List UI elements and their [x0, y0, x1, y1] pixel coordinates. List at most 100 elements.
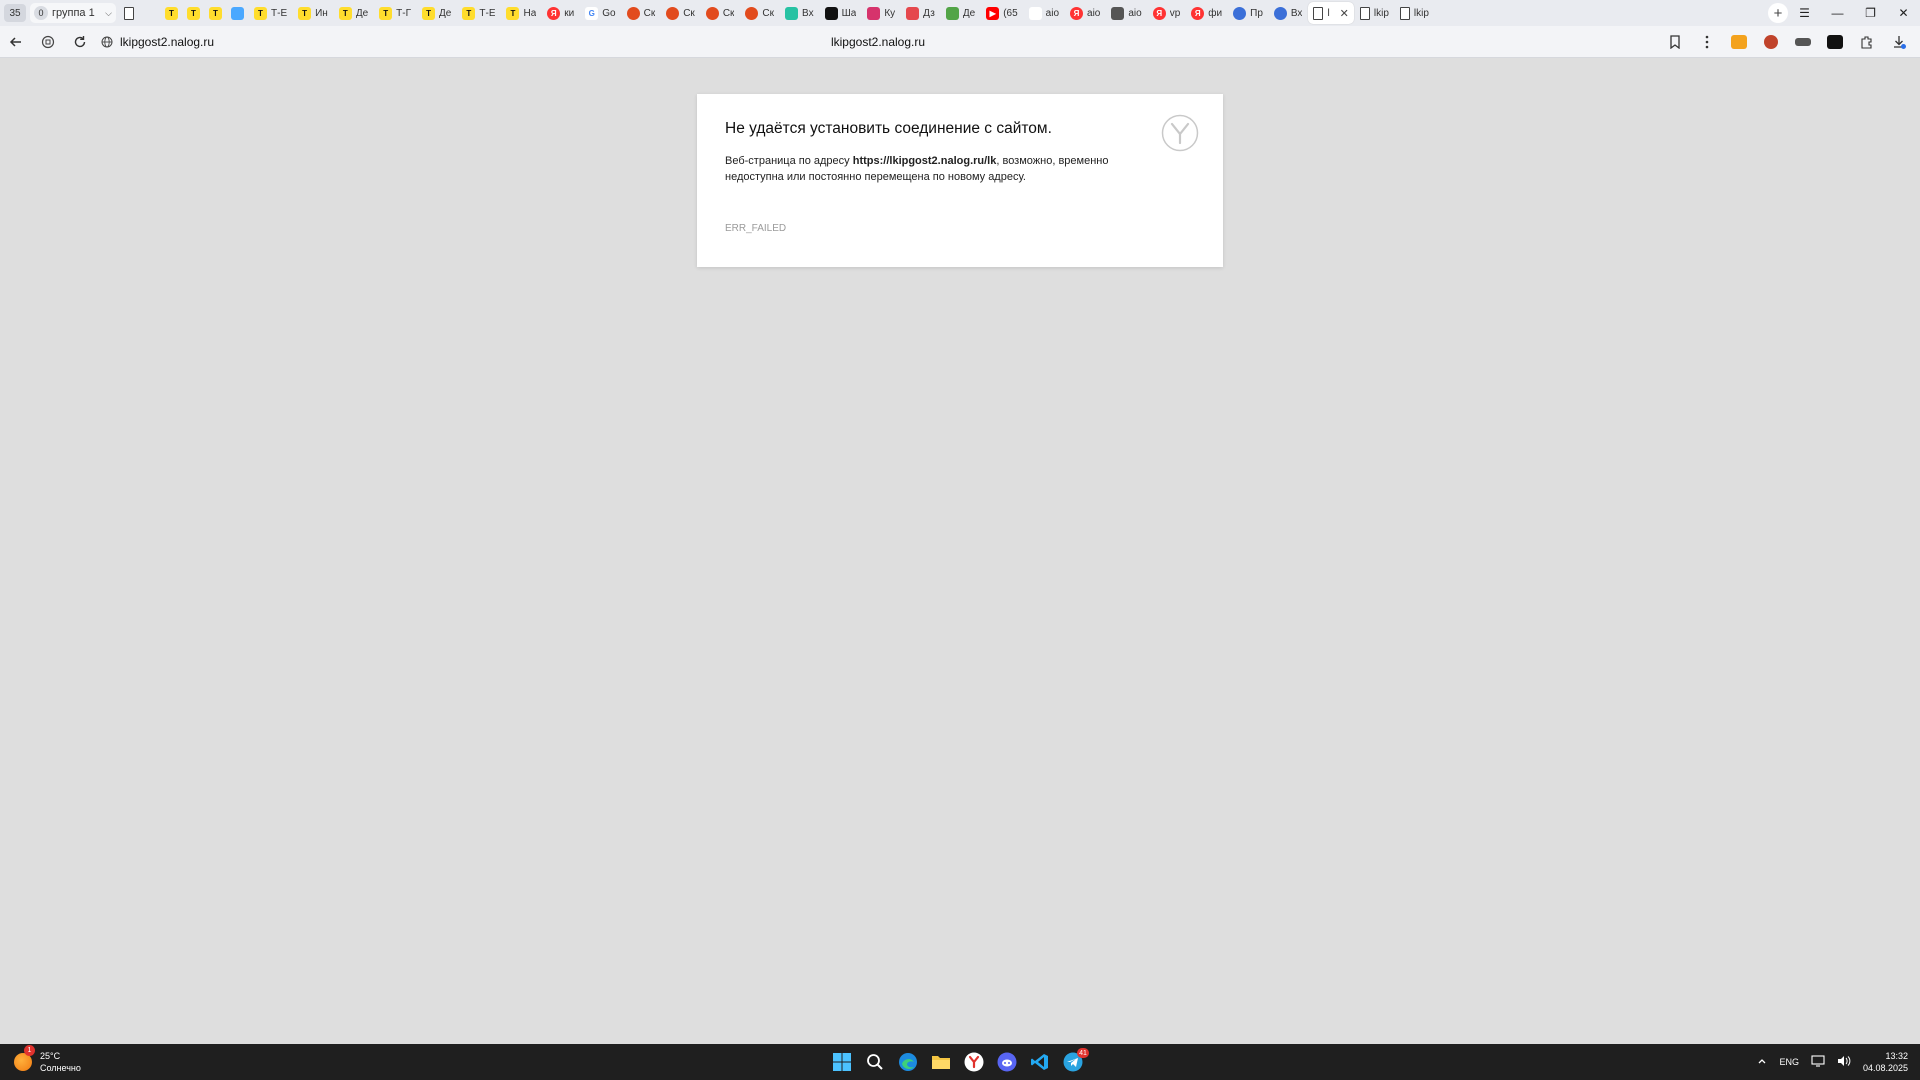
tab[interactable]: lkip	[1355, 2, 1394, 24]
tab-title: Вх	[1290, 7, 1303, 19]
minimize-button[interactable]: —	[1821, 0, 1854, 26]
tab[interactable]: Т Т-Г	[374, 2, 416, 24]
navigation-bar: lkipgost2.nalog.ru lkipgost2.nalog.ru	[0, 26, 1920, 58]
search-icon[interactable]	[863, 1050, 887, 1074]
tab[interactable]: Т Де	[417, 2, 456, 24]
page-icon	[1313, 6, 1324, 20]
edge-icon[interactable]	[896, 1050, 920, 1074]
tab[interactable]: Т	[183, 2, 204, 24]
tab[interactable]: Яaio	[1065, 2, 1105, 24]
extension-3-button[interactable]	[1788, 29, 1818, 55]
address-bar[interactable]: lkipgost2.nalog.ru lkipgost2.nalog.ru	[96, 28, 1660, 56]
clock-time: 13:32	[1885, 1051, 1908, 1061]
url-text[interactable]: lkipgost2.nalog.ru	[120, 35, 214, 49]
tab[interactable]: aio	[1024, 2, 1064, 24]
clock[interactable]: 13:32 04.08.2025	[1863, 1050, 1908, 1074]
tab[interactable]: Де	[941, 2, 980, 24]
tab-close-icon[interactable]: ✕	[1340, 7, 1349, 20]
reload-button[interactable]	[64, 28, 96, 56]
tab-title: (65	[1003, 7, 1018, 19]
tab-title: Дз	[923, 7, 935, 19]
tab[interactable]: Пр	[1228, 2, 1268, 24]
extensions-button[interactable]	[1852, 29, 1882, 55]
youtube-icon: ▶	[986, 6, 1000, 20]
yandex-logo-icon	[1161, 114, 1199, 157]
chevron-up-icon[interactable]	[1757, 1056, 1767, 1068]
tab[interactable]: Ку	[862, 2, 900, 24]
tab-active[interactable]: l ✕	[1308, 2, 1354, 24]
discord-icon[interactable]	[995, 1050, 1019, 1074]
tab[interactable]: Т	[161, 2, 182, 24]
downloads-button[interactable]	[1884, 29, 1914, 55]
page-icon	[1399, 6, 1410, 20]
tab[interactable]: Дз	[901, 2, 940, 24]
extension-2-button[interactable]	[1756, 29, 1786, 55]
tab[interactable]: Т Ин	[293, 2, 333, 24]
tab[interactable]: Ск	[740, 2, 779, 24]
code-icon	[867, 6, 881, 20]
network-icon[interactable]	[1811, 1055, 1825, 1069]
taskbar: 1 25°C Солнечно 41 ENG 13:32 04.08.2025	[0, 1044, 1920, 1080]
tab[interactable]: Т Т-Е	[249, 2, 292, 24]
browser-menu-icon[interactable]: ☰	[1788, 0, 1821, 26]
tab[interactable]	[227, 2, 248, 24]
bookmark-icon	[1670, 34, 1680, 49]
globe-icon	[1273, 6, 1287, 20]
tab[interactable]: lkip	[1395, 2, 1434, 24]
tab-group-count: 0	[34, 6, 48, 20]
weather-widget[interactable]: 1 25°C Солнечно	[14, 1045, 81, 1074]
tab-title: aio	[1045, 7, 1060, 19]
window-close-button[interactable]: ✕	[1887, 0, 1920, 26]
tab[interactable]: Т Т-Е	[457, 2, 500, 24]
tab[interactable]: Яки	[542, 2, 579, 24]
tab-count-badge[interactable]: 35	[4, 4, 26, 22]
yandex-browser-icon[interactable]	[962, 1050, 986, 1074]
tab[interactable]: G Go	[580, 2, 620, 24]
tab[interactable]: Ск	[701, 2, 740, 24]
tab[interactable]	[139, 2, 160, 24]
bookmark-button[interactable]	[1660, 28, 1690, 56]
tab[interactable]: Вх	[1269, 2, 1308, 24]
tab[interactable]: aio	[1106, 2, 1146, 24]
tab-group-chip[interactable]: 0 группа 1 ⌵	[30, 3, 116, 23]
tab-title: Go	[602, 7, 616, 19]
extension-1-button[interactable]	[1724, 29, 1754, 55]
telegram-icon[interactable]: 41	[1061, 1048, 1089, 1074]
tab-title: Ку	[884, 7, 896, 19]
arrow-left-icon	[9, 36, 21, 47]
tab[interactable]: Т	[205, 2, 226, 24]
tab[interactable]: Т На	[501, 2, 541, 24]
tab-title: Де	[355, 7, 369, 19]
weather-badge: 1	[24, 1045, 35, 1056]
yandex-icon: Я	[1070, 6, 1084, 20]
file-explorer-icon[interactable]	[929, 1050, 953, 1074]
extension-4-button[interactable]	[1820, 29, 1850, 55]
weather-temp: 25°C	[40, 1051, 61, 1061]
error-description-before: Веб-страница по адресу	[725, 155, 853, 167]
tab[interactable]: Яфи	[1186, 2, 1227, 24]
back-button[interactable]	[0, 28, 32, 56]
tab[interactable]: Ск	[622, 2, 661, 24]
language-indicator[interactable]: ENG	[1779, 1057, 1799, 1067]
more-button[interactable]	[1692, 28, 1722, 56]
tab[interactable]: Яvp	[1148, 2, 1186, 24]
tab[interactable]	[120, 2, 138, 24]
chevron-down-icon[interactable]: ⌵	[105, 8, 112, 19]
new-tab-button[interactable]: +	[1768, 3, 1788, 23]
tab[interactable]: Вх	[780, 2, 819, 24]
tab-title: vp	[1169, 7, 1181, 19]
blank-icon	[143, 6, 156, 20]
tab[interactable]: Ск	[661, 2, 700, 24]
start-button-icon[interactable]	[830, 1050, 854, 1074]
tab-title: ки	[564, 7, 575, 19]
volume-icon[interactable]	[1837, 1055, 1851, 1069]
vscode-icon[interactable]	[1028, 1050, 1052, 1074]
restore-button[interactable]: ❐	[1854, 0, 1887, 26]
tab[interactable]: Ша	[820, 2, 862, 24]
tab[interactable]: ▶ (65	[981, 2, 1022, 24]
tab[interactable]: Т Де	[334, 2, 373, 24]
page-title: lkipgost2.nalog.ru	[830, 34, 926, 49]
tab-title: Вх	[802, 7, 814, 19]
protect-button[interactable]	[32, 28, 64, 56]
tbank-icon: Т	[338, 6, 352, 20]
